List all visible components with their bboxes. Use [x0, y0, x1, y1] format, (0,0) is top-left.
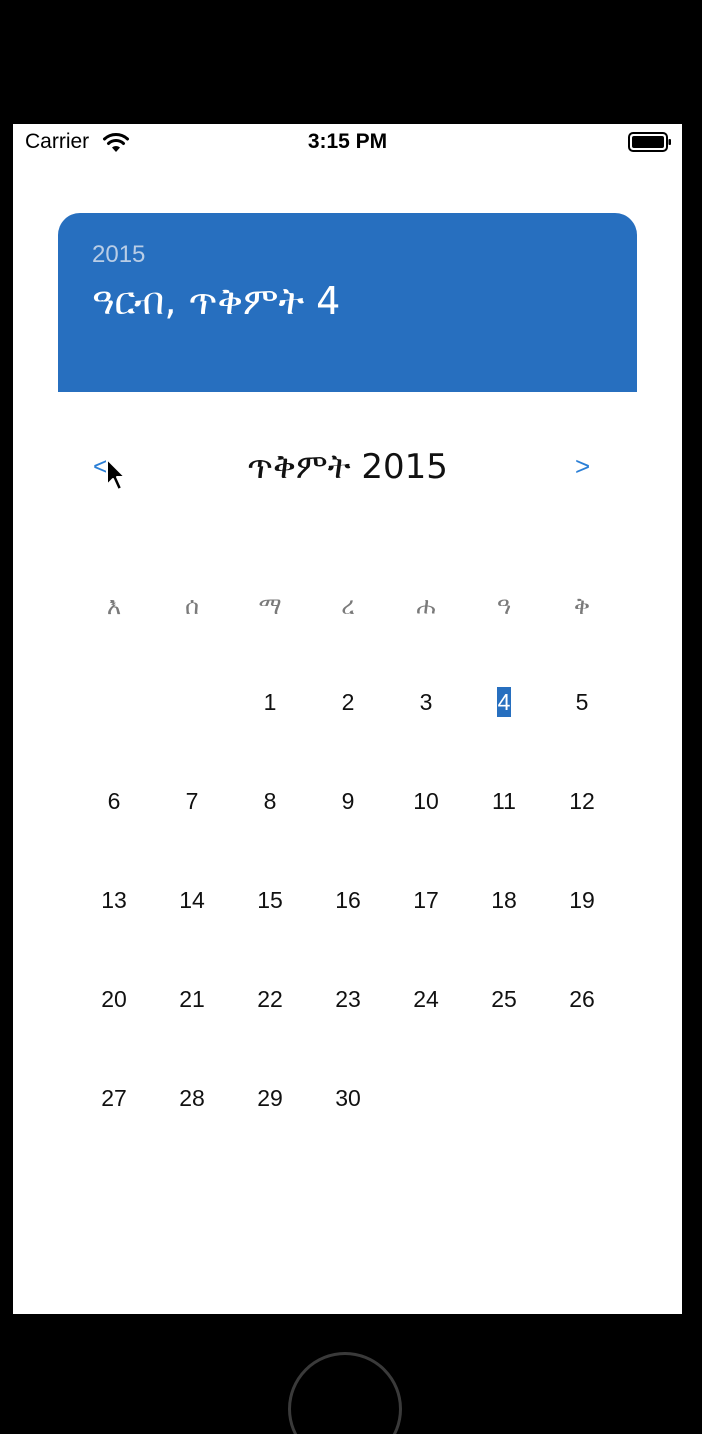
day-number	[581, 1100, 583, 1104]
day-number: 21	[179, 986, 205, 1012]
day-number: 23	[335, 986, 361, 1012]
weekday-label: ቅ	[573, 592, 591, 620]
empty-day-cell	[465, 1083, 543, 1182]
day-number: 11	[492, 788, 516, 814]
day-cell[interactable]: 28	[153, 1083, 231, 1182]
day-number: 25	[491, 986, 517, 1012]
status-time: 3:15 PM	[307, 130, 388, 153]
day-cell[interactable]: 10	[387, 786, 465, 885]
day-number	[425, 1100, 427, 1104]
app-screen: Carrier 3:15 PM 2015 ዓርብ, ጥቅምት 4 < ጥቅምት …	[13, 124, 682, 1314]
day-number: 18	[491, 887, 517, 913]
weekday-label: ረ	[341, 592, 355, 620]
empty-day-cell	[75, 687, 153, 786]
day-cell[interactable]: 2	[309, 687, 387, 786]
day-cell[interactable]: 23	[309, 984, 387, 1083]
day-cell[interactable]: 16	[309, 885, 387, 984]
day-number: 22	[257, 986, 283, 1012]
header-year[interactable]: 2015	[92, 241, 145, 269]
day-cell[interactable]: 17	[387, 885, 465, 984]
next-month-button[interactable]: >	[575, 451, 590, 482]
device-frame: Carrier 3:15 PM 2015 ዓርብ, ጥቅምት 4 < ጥቅምት …	[0, 0, 702, 1434]
home-button[interactable]	[288, 1352, 402, 1434]
day-cell[interactable]: 3	[387, 687, 465, 786]
day-number: 1	[263, 689, 277, 715]
day-cell[interactable]: 22	[231, 984, 309, 1083]
day-number: 6	[107, 788, 121, 814]
day-number: 12	[569, 788, 595, 814]
day-number: 17	[413, 887, 439, 913]
day-cell[interactable]: 21	[153, 984, 231, 1083]
day-number	[191, 704, 193, 708]
day-number: 14	[179, 887, 205, 913]
day-number: 29	[257, 1085, 283, 1111]
day-cell[interactable]: 13	[75, 885, 153, 984]
selected-date-header: 2015 ዓርብ, ጥቅምት 4	[58, 213, 637, 392]
day-cell[interactable]: 5	[543, 687, 621, 786]
day-number: 26	[569, 986, 595, 1012]
day-cell[interactable]: 12	[543, 786, 621, 885]
weekday-label: ዓ	[496, 592, 512, 620]
day-number: 19	[569, 887, 595, 913]
day-cell[interactable]: 11	[465, 786, 543, 885]
day-cell[interactable]: 19	[543, 885, 621, 984]
day-number: 10	[413, 788, 439, 814]
weekday-header-row: እ ሰ ማ ረ ሐ ዓ ቅ	[75, 592, 620, 628]
selected-day-cell[interactable]: 4	[465, 687, 543, 786]
day-number: 16	[335, 887, 361, 913]
empty-day-cell	[387, 1083, 465, 1182]
day-number: 24	[413, 986, 439, 1012]
day-number: 27	[101, 1085, 127, 1111]
day-number: 8	[263, 788, 277, 814]
weekday-label: እ	[106, 592, 122, 620]
day-cell[interactable]: 18	[465, 885, 543, 984]
day-number	[113, 704, 115, 708]
day-number: 9	[341, 788, 355, 814]
day-cell[interactable]: 29	[231, 1083, 309, 1182]
day-number: 3	[419, 689, 433, 715]
day-cell[interactable]: 1	[231, 687, 309, 786]
day-cell[interactable]: 7	[153, 786, 231, 885]
weekday-label: ሰ	[184, 592, 200, 620]
day-cell[interactable]: 9	[309, 786, 387, 885]
day-cell[interactable]: 15	[231, 885, 309, 984]
day-number: 13	[101, 887, 127, 913]
day-number: 28	[179, 1085, 205, 1111]
status-bar: Carrier 3:15 PM	[13, 124, 682, 162]
day-cell[interactable]: 14	[153, 885, 231, 984]
day-number: 2	[341, 689, 355, 715]
battery-icon	[628, 132, 671, 152]
weekday-label: ሐ	[416, 592, 436, 620]
header-selected-date: ዓርብ, ጥቅምት 4	[92, 279, 341, 323]
day-cell[interactable]: 6	[75, 786, 153, 885]
empty-day-cell	[543, 1083, 621, 1182]
day-cell[interactable]: 8	[231, 786, 309, 885]
day-number: 20	[101, 986, 127, 1012]
day-cell[interactable]: 20	[75, 984, 153, 1083]
day-number	[503, 1100, 505, 1104]
day-cell[interactable]: 27	[75, 1083, 153, 1182]
day-cell[interactable]: 24	[387, 984, 465, 1083]
day-number: 15	[257, 887, 283, 913]
day-cell[interactable]: 25	[465, 984, 543, 1083]
mouse-pointer-icon	[106, 458, 126, 491]
weekday-label: ማ	[258, 592, 282, 620]
day-number: 7	[185, 788, 199, 814]
day-number: 4	[496, 687, 512, 717]
day-cell[interactable]: 26	[543, 984, 621, 1083]
empty-day-cell	[153, 687, 231, 786]
day-grid: 1 2 3 4 5 6 7 8 9 10 11 12 13 14 15 16 17 18 19 20 21 22 23 24 2…	[75, 687, 620, 1182]
day-number: 30	[335, 1085, 361, 1111]
day-cell[interactable]: 30	[309, 1083, 387, 1182]
day-number: 5	[575, 689, 589, 715]
